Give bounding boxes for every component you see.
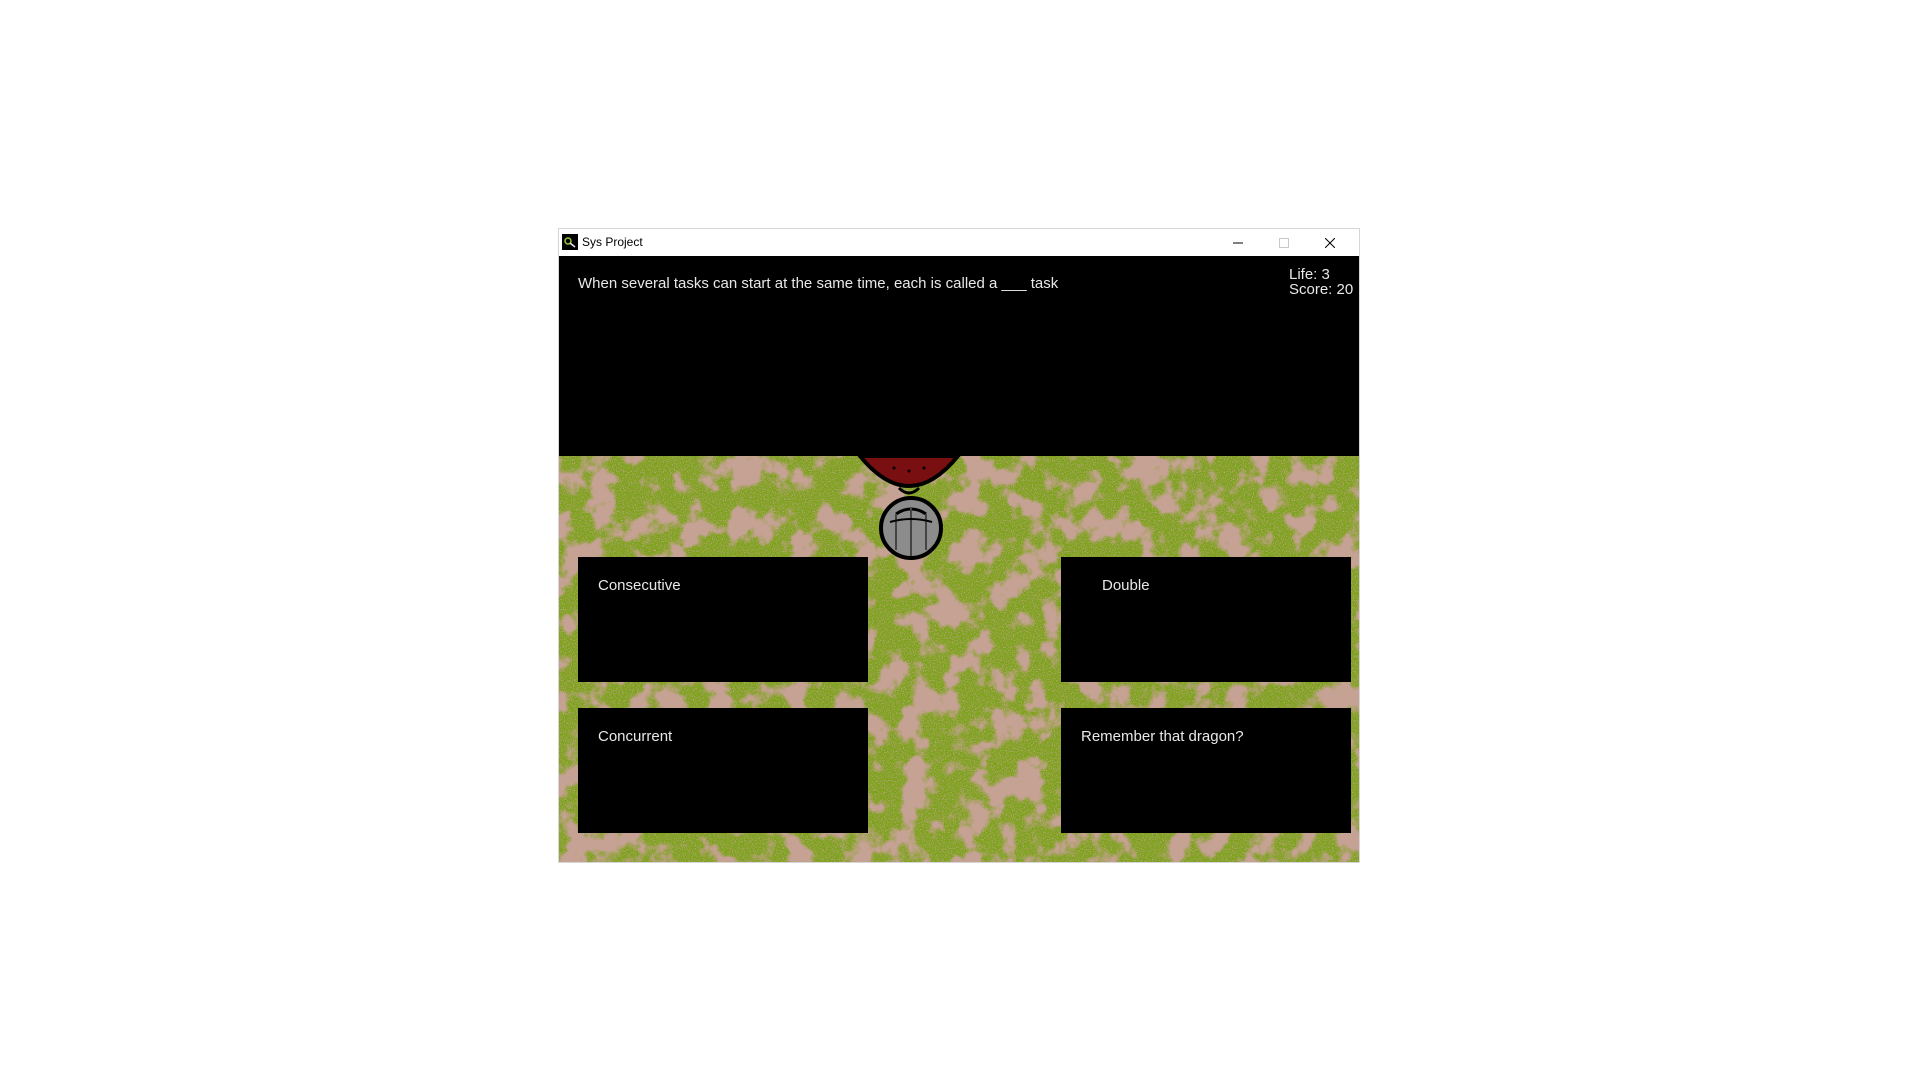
game-app-icon: [562, 234, 578, 250]
minimize-icon: [1233, 242, 1243, 243]
answer-label: Concurrent: [598, 728, 673, 745]
question-text: When several tasks can start at the same…: [578, 275, 1059, 292]
close-button[interactable]: [1307, 229, 1353, 256]
answer-label: Remember that dragon?: [1081, 728, 1244, 745]
window-title: Sys Project: [582, 235, 643, 249]
player-sprite: [855, 454, 963, 560]
minimize-button[interactable]: [1215, 229, 1261, 256]
question-panel: When several tasks can start at the same…: [559, 256, 1359, 456]
hud: Life: 3 Score: 20: [1289, 267, 1353, 297]
life-counter: Life: 3: [1289, 266, 1330, 283]
maximize-button[interactable]: [1261, 229, 1307, 256]
answer-option-bottom-left[interactable]: Concurrent: [578, 708, 868, 833]
title-bar[interactable]: Sys Project: [559, 229, 1359, 256]
answer-label: Consecutive: [598, 577, 681, 594]
answer-option-bottom-right[interactable]: Remember that dragon?: [1061, 708, 1351, 833]
close-icon: [1325, 237, 1335, 248]
maximize-icon: [1279, 237, 1289, 248]
answer-label: Double: [1102, 577, 1150, 594]
score-counter: Score: 20: [1289, 281, 1354, 298]
game-window: Sys Project When several tasks can start…: [559, 229, 1359, 862]
answer-option-top-left[interactable]: Consecutive: [578, 557, 868, 682]
game-canvas: When several tasks can start at the same…: [559, 256, 1359, 862]
answer-option-top-right[interactable]: Double: [1061, 557, 1351, 682]
